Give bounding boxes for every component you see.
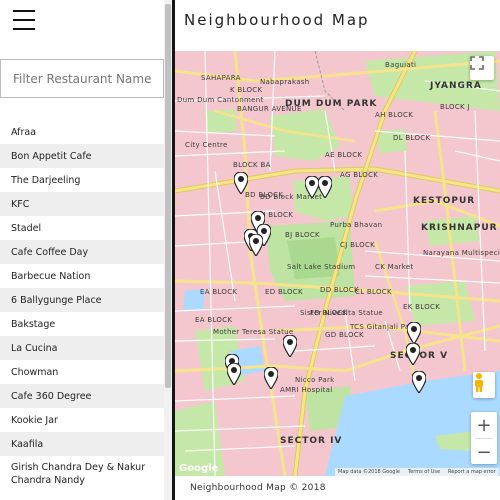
filter-input[interactable]	[1, 60, 163, 97]
list-item[interactable]: Bakstage	[0, 312, 164, 336]
sidebar: Afraa Bon Appetit Cafe The Darjeeling KF…	[0, 0, 172, 500]
list-item[interactable]: Cafe Coffee Day	[0, 240, 164, 264]
map-label: DL BLOCK	[393, 134, 431, 142]
map-label: CL BLOCK	[355, 288, 392, 296]
fullscreen-button[interactable]	[470, 56, 494, 80]
map-label: BLOCK J	[440, 103, 470, 111]
map-label: SECTOR IV	[280, 436, 343, 446]
map-label: ED BLOCK	[265, 288, 303, 296]
restaurant-list: Afraa Bon Appetit Cafe The Darjeeling KF…	[0, 120, 164, 492]
map-attribution: Map data ©2018 Google Terms of Use Repor…	[335, 468, 499, 476]
zoom-out-button[interactable]: −	[471, 439, 497, 465]
map-label: CJ BLOCK	[340, 241, 376, 249]
map-label: Dum Dum Cantonment	[177, 96, 264, 104]
map-label: K BLOCK	[230, 86, 263, 94]
map-label: DD BLOCK	[320, 286, 359, 294]
map-label: Sister Nivedita Statue	[300, 309, 384, 317]
map-label: EA BLOCK	[200, 288, 238, 296]
map-canvas[interactable]: SAHAPARA BANGUR AVENUE DUM DUM PARK JYAN…	[175, 51, 500, 476]
list-item[interactable]: Cafe 360 Degree	[0, 384, 164, 408]
map-label: AH BLOCK	[375, 111, 414, 119]
map-label: Mother Teresa Statue	[213, 328, 294, 336]
map-marker-icon[interactable]	[234, 172, 248, 194]
map-label: Nabaprakash	[260, 78, 310, 86]
report-error-link[interactable]: Report a map error	[448, 469, 496, 475]
fullscreen-icon	[470, 56, 484, 70]
map-label: CK Market	[375, 263, 414, 271]
map-label: Purba Bhavan	[330, 221, 383, 229]
map-marker-icon[interactable]	[406, 343, 420, 365]
map-label: AE BLOCK	[325, 151, 363, 159]
list-item[interactable]: 6 Ballygunge Place	[0, 288, 164, 312]
google-logo: Google	[179, 463, 219, 474]
list-item[interactable]: Kookie Jar	[0, 408, 164, 432]
list-item[interactable]: Barbecue Nation	[0, 264, 164, 288]
map-label: JYANGRA	[430, 81, 482, 91]
map-label: KESTOPUR	[413, 196, 476, 206]
map-label: Narayana Multispeciality	[423, 249, 500, 257]
list-item[interactable]: Kaafila	[0, 432, 164, 456]
list-item[interactable]: The Darjeeling	[0, 168, 164, 192]
map-marker-icon[interactable]	[318, 176, 332, 198]
map-label: BJ BLOCK	[285, 231, 320, 239]
footer-text: Neighbourhood Map © 2018	[190, 483, 326, 493]
map-label: EK BLOCK	[403, 303, 441, 311]
terms-link[interactable]: Terms of Use	[408, 469, 440, 475]
map-marker-icon[interactable]	[283, 335, 297, 357]
map-label: AG BLOCK	[340, 171, 379, 179]
page-title: Neighbourhood Map	[184, 11, 370, 29]
map-label: Nicco Park	[295, 376, 335, 384]
map-marker-icon[interactable]	[227, 363, 241, 385]
map-label: Baguiati	[385, 61, 417, 69]
list-item[interactable]: Chowman	[0, 360, 164, 384]
map-label: KRISHNAPUR	[421, 223, 498, 233]
pegman-icon	[475, 373, 483, 392]
street-view-pegman-button[interactable]	[473, 372, 495, 398]
sidebar-scrollbar[interactable]	[164, 0, 172, 500]
map-label: SAHAPARA	[201, 74, 241, 82]
map-label: BLOCK BA	[233, 161, 271, 169]
list-item[interactable]: KFC	[0, 192, 164, 216]
filter-box	[0, 59, 164, 98]
map-marker-icon[interactable]	[407, 322, 421, 344]
list-item[interactable]: Bon Appetit Cafe	[0, 144, 164, 168]
list-item[interactable]: Girish Chandra Dey & Nakur Chandra Nandy	[0, 456, 164, 492]
map-marker-icon[interactable]	[264, 367, 278, 389]
zoom-control: + −	[471, 412, 497, 464]
scrollbar-thumb[interactable]	[165, 4, 171, 388]
map-data-credit: Map data ©2018 Google	[338, 469, 400, 475]
zoom-in-button[interactable]: +	[471, 412, 497, 438]
list-item[interactable]: Afraa	[0, 120, 164, 144]
map-label: GD BLOCK	[325, 331, 364, 339]
map-label: Salt Lake Stadium	[287, 263, 356, 271]
map-label: DUM DUM PARK	[285, 99, 378, 109]
list-item[interactable]: La Cucina	[0, 336, 164, 360]
map-marker-icon[interactable]	[412, 371, 426, 393]
map-label: City Centre	[185, 141, 228, 149]
map-marker-icon[interactable]	[249, 234, 263, 256]
map-label: AMRI Hospital	[280, 386, 333, 394]
map-label: EA BLOCK	[195, 316, 233, 324]
map-marker-icon[interactable]	[305, 176, 319, 198]
list-item[interactable]: Stadel	[0, 216, 164, 240]
hamburger-menu-icon[interactable]	[13, 8, 35, 32]
